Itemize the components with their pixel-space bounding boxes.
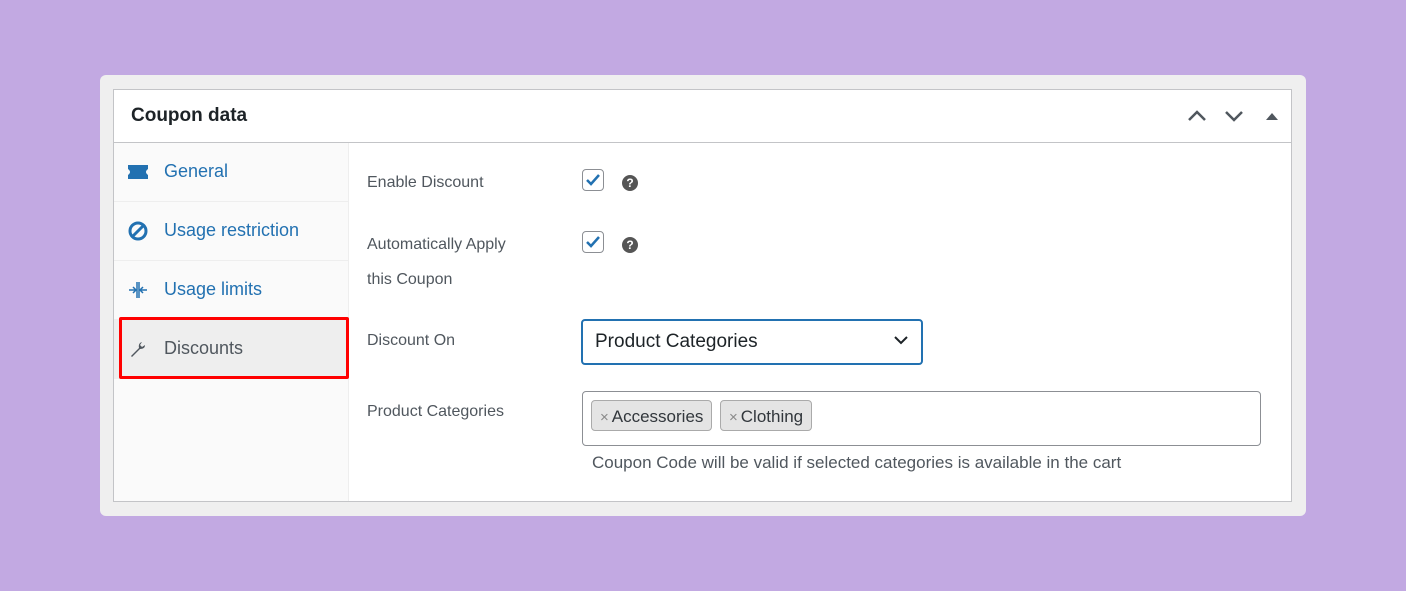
- product-categories-label: Product Categories: [367, 403, 504, 420]
- remove-chip-button[interactable]: ×: [600, 409, 609, 426]
- tab-general[interactable]: General: [114, 143, 348, 202]
- panel-frame: Coupon data General Usage restriction Us…: [100, 75, 1306, 516]
- panel-title: Coupon data: [131, 105, 248, 126]
- category-chip: × Clothing: [720, 400, 813, 431]
- help-icon[interactable]: ?: [622, 175, 638, 191]
- chip-label: Accessories: [611, 407, 704, 426]
- auto-apply-checkbox[interactable]: [582, 231, 604, 253]
- discounts-form: Enable Discount ? Automatically Apply th…: [349, 143, 1291, 501]
- help-icon[interactable]: ?: [622, 237, 638, 253]
- coupon-data-panel: Coupon data General Usage restriction Us…: [113, 89, 1292, 502]
- wrench-icon: [131, 342, 145, 357]
- discount-on-label: Discount On: [367, 332, 456, 349]
- enable-discount-checkbox[interactable]: [582, 169, 604, 191]
- checkmark-icon: [586, 236, 600, 248]
- product-categories-input[interactable]: × Accessories × Clothing: [582, 391, 1261, 446]
- tab-usage-restriction-label: Usage restriction: [164, 220, 300, 240]
- tab-discounts[interactable]: Discounts: [114, 320, 348, 379]
- chevron-down-icon: [894, 336, 908, 345]
- checkmark-icon: [586, 174, 600, 186]
- chevron-down-icon: [1225, 111, 1243, 122]
- tab-usage-limits[interactable]: Usage limits: [114, 261, 348, 320]
- limits-icon: [129, 282, 147, 298]
- restriction-icon: [128, 221, 148, 241]
- auto-apply-label-line2: this Coupon: [367, 271, 453, 288]
- discount-on-value: Product Categories: [595, 331, 758, 352]
- product-categories-description: Coupon Code will be valid if selected ca…: [592, 453, 1122, 472]
- panel-header: Coupon data: [114, 90, 1291, 143]
- ticket-icon: [128, 165, 148, 179]
- tab-usage-restriction[interactable]: Usage restriction: [114, 202, 348, 261]
- move-up-button[interactable]: [1185, 104, 1209, 128]
- triangle-up-icon: [1266, 113, 1278, 120]
- tab-discounts-label: Discounts: [164, 338, 244, 358]
- chevron-up-icon: [1188, 110, 1206, 121]
- tab-general-label: General: [164, 161, 229, 181]
- enable-discount-label: Enable Discount: [367, 174, 484, 191]
- category-chip: × Accessories: [591, 400, 713, 431]
- discount-on-select[interactable]: Product Categories: [581, 319, 923, 365]
- auto-apply-label-line1: Automatically Apply: [367, 236, 506, 253]
- move-down-button[interactable]: [1222, 104, 1246, 128]
- tab-usage-limits-label: Usage limits: [164, 279, 263, 299]
- chip-label: Clothing: [740, 407, 804, 426]
- remove-chip-button[interactable]: ×: [729, 409, 738, 426]
- sidebar: General Usage restriction Usage limits D…: [114, 143, 349, 501]
- toggle-panel-button[interactable]: [1260, 104, 1284, 128]
